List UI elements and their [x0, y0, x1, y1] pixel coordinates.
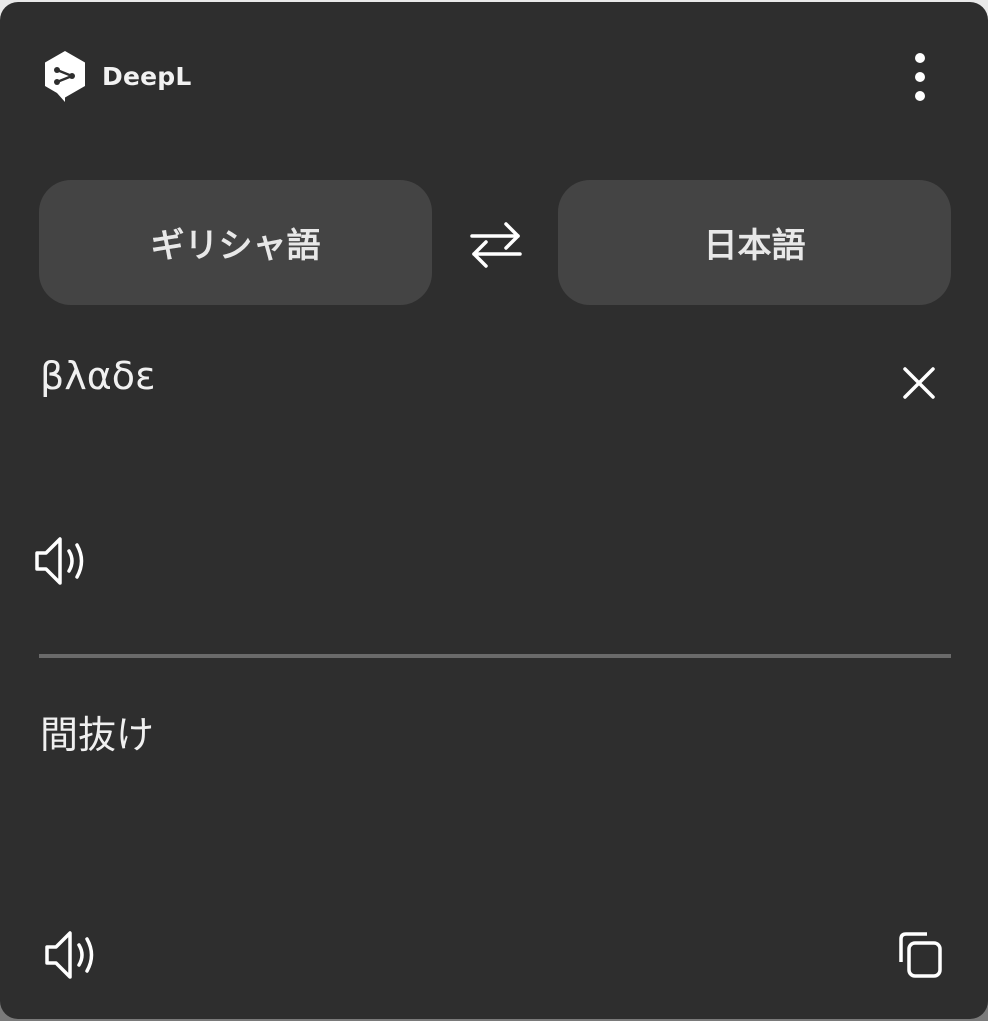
clear-text-button[interactable]	[892, 356, 946, 410]
more-options-button[interactable]	[896, 48, 944, 106]
source-text-input[interactable]: βλαδε	[40, 352, 156, 400]
deepl-logo-icon	[45, 51, 85, 102]
copy-icon	[899, 932, 942, 978]
swap-languages-button[interactable]	[460, 212, 532, 278]
header: DeepL	[42, 48, 192, 104]
speaker-icon	[35, 537, 84, 585]
copy-translation-button[interactable]	[890, 926, 950, 984]
close-icon	[903, 367, 935, 399]
divider	[39, 654, 951, 658]
translation-output: 間抜け	[40, 713, 155, 757]
brand-name: DeepL	[102, 61, 192, 91]
speak-translation-button[interactable]	[40, 924, 104, 986]
speaker-icon	[45, 931, 94, 979]
source-language-button[interactable]: ギリシャ語	[39, 180, 432, 305]
target-language-button[interactable]: 日本語	[558, 180, 951, 305]
more-vertical-icon	[915, 53, 925, 101]
swap-arrows-icon	[470, 222, 522, 268]
speak-source-button[interactable]	[30, 530, 94, 592]
translator-panel: DeepL ギリシャ語 日本語 βλαδε 間抜け	[0, 2, 988, 1019]
